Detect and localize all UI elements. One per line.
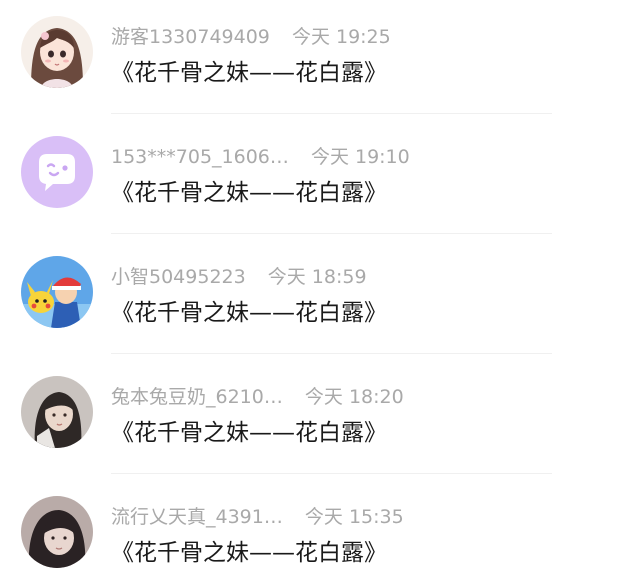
comment-meta: 153***705_1606… 今天 19:10 — [111, 144, 410, 170]
comment-text: 《花千骨之妹——花白露》 — [111, 300, 387, 326]
comment-item[interactable]: 流行乂天真_4391… 今天 15:35 《花千骨之妹——花白露》 — [0, 480, 640, 584]
divider — [111, 233, 552, 234]
comment-text: 《花千骨之妹——花白露》 — [111, 420, 387, 446]
comment-item[interactable]: 兔本兔豆奶_6210… 今天 18:20 《花千骨之妹——花白露》 — [0, 360, 640, 480]
comment-item[interactable]: 游客1330749409 今天 19:25 《花千骨之妹——花白露》 — [0, 0, 640, 120]
comment-meta: 兔本兔豆奶_6210… 今天 18:20 — [111, 384, 404, 410]
divider — [111, 473, 552, 474]
comment-item[interactable]: 小智50495223 今天 18:59 《花千骨之妹——花白露》 — [0, 240, 640, 360]
username[interactable]: 游客1330749409 — [111, 24, 270, 50]
chat-bubble-avatar-icon[interactable] — [21, 136, 93, 208]
comment-text: 《花千骨之妹——花白露》 — [111, 540, 387, 566]
comment-list: 游客1330749409 今天 19:25 《花千骨之妹——花白露》 153**… — [0, 0, 640, 584]
username[interactable]: 流行乂天真_4391… — [111, 504, 283, 530]
username[interactable]: 小智50495223 — [111, 264, 246, 290]
timestamp: 今天 18:59 — [267, 266, 367, 288]
comment-meta: 流行乂天真_4391… 今天 15:35 — [111, 504, 404, 530]
photo-girl-avatar-icon[interactable] — [21, 376, 93, 448]
divider — [111, 113, 552, 114]
comment-meta: 小智50495223 今天 18:59 — [111, 264, 367, 290]
timestamp: 今天 15:35 — [304, 506, 404, 528]
timestamp: 今天 18:20 — [304, 386, 404, 408]
timestamp: 今天 19:25 — [291, 26, 391, 48]
divider — [111, 353, 552, 354]
cartoon-trainer-avatar-icon[interactable] — [21, 256, 93, 328]
comment-text: 《花千骨之妹——花白露》 — [111, 180, 387, 206]
anime-girl-avatar-icon[interactable] — [21, 16, 93, 88]
timestamp: 今天 19:10 — [310, 146, 410, 168]
photo-woman-avatar-icon[interactable] — [21, 496, 93, 568]
username[interactable]: 153***705_1606… — [111, 144, 289, 170]
comment-text: 《花千骨之妹——花白露》 — [111, 60, 387, 86]
comment-item[interactable]: 153***705_1606… 今天 19:10 《花千骨之妹——花白露》 — [0, 120, 640, 240]
comment-meta: 游客1330749409 今天 19:25 — [111, 24, 391, 50]
username[interactable]: 兔本兔豆奶_6210… — [111, 384, 283, 410]
